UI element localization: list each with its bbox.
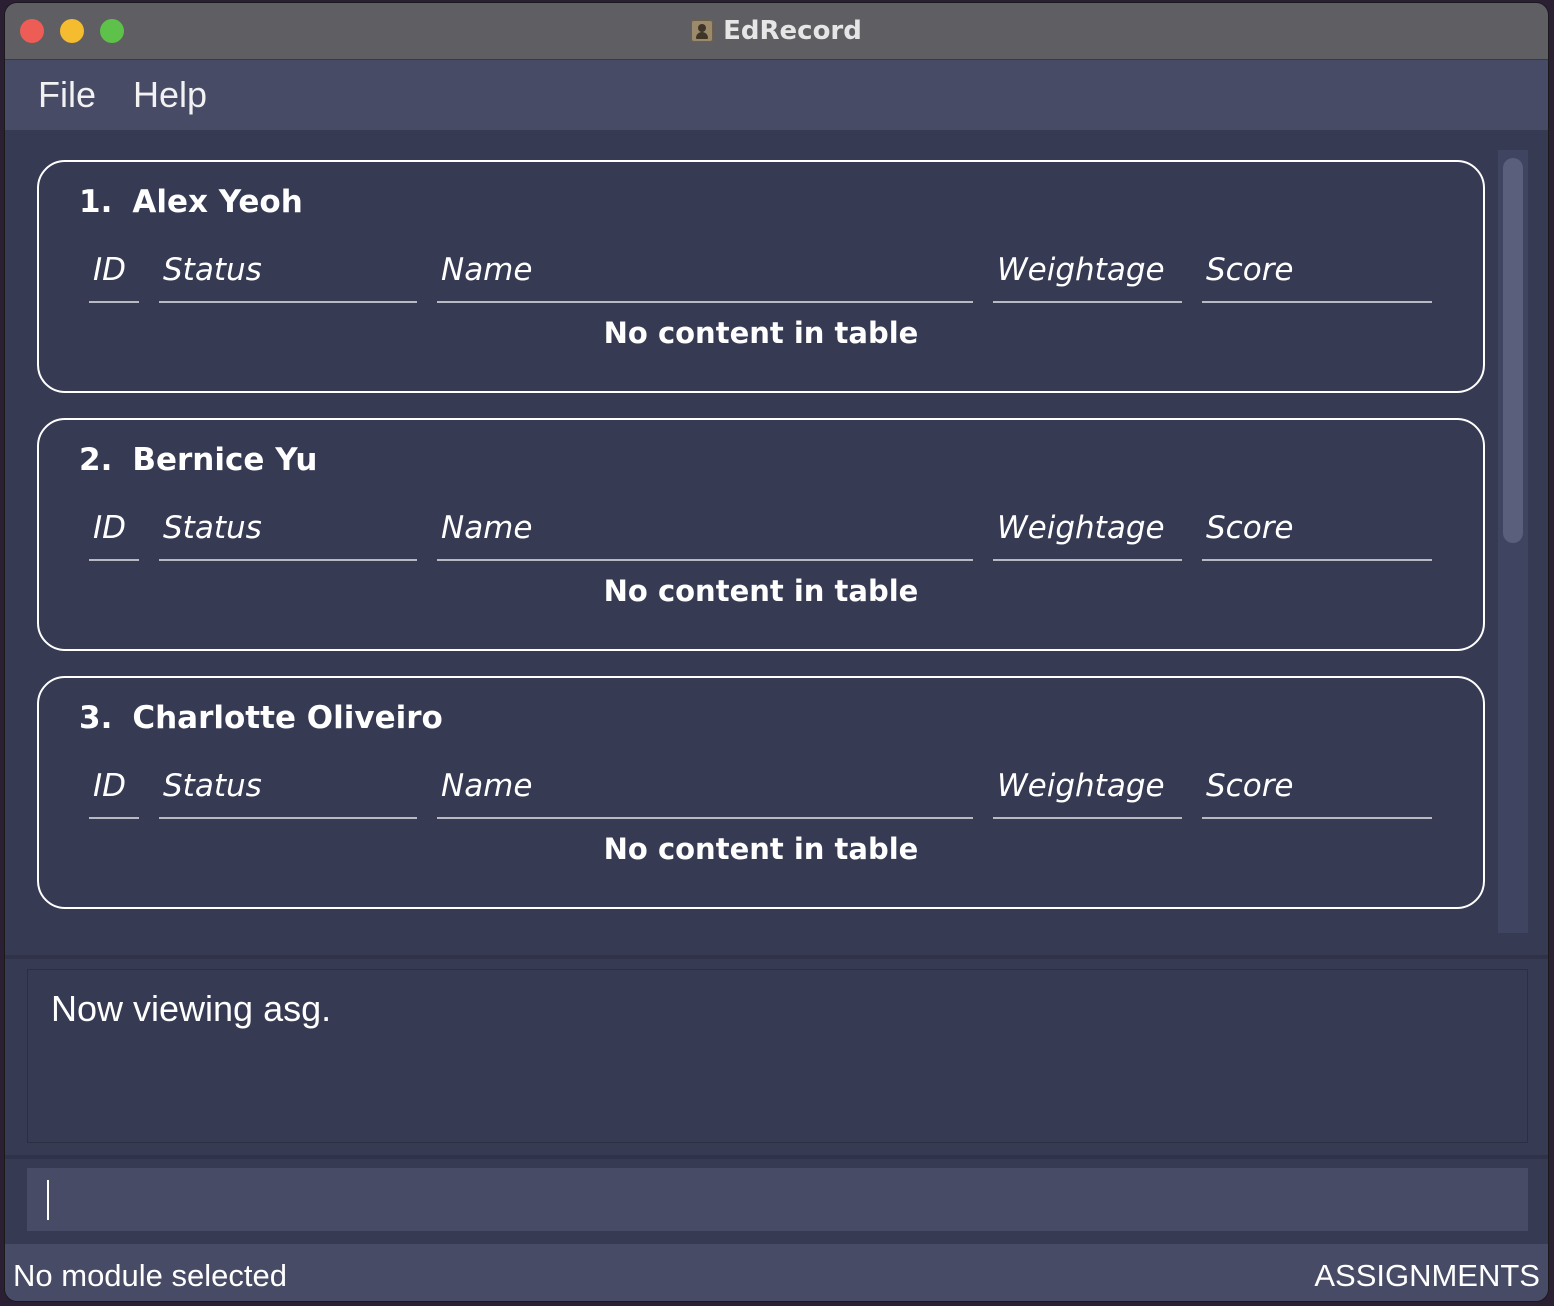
empty-table-message: No content in table	[603, 832, 919, 866]
window-title: EdRecord	[723, 16, 862, 46]
divider	[5, 1155, 1548, 1159]
student-name: Bernice Yu	[132, 442, 318, 478]
student-card[interactable]: 3. Charlotte Oliveiro ID Status Name Weig…	[37, 676, 1485, 909]
student-name: Charlotte Oliveiro	[132, 700, 443, 736]
command-input[interactable]	[27, 1168, 1528, 1231]
column-header-score[interactable]: Score	[1202, 506, 1432, 561]
column-header-weightage[interactable]: Weightage	[993, 248, 1182, 303]
column-header-weightage[interactable]: Weightage	[993, 764, 1182, 819]
result-display: Now viewing asg.	[27, 969, 1528, 1143]
module-status: No module selected	[13, 1258, 287, 1293]
column-header-weightage[interactable]: Weightage	[993, 506, 1182, 561]
column-header-score[interactable]: Score	[1202, 248, 1432, 303]
app-window: EdRecord File Help 1. Alex Yeoh ID Status…	[5, 3, 1548, 1301]
student-title: 1. Alex Yeoh	[79, 184, 303, 220]
student-index: 2.	[79, 442, 113, 478]
column-header-score[interactable]: Score	[1202, 764, 1432, 819]
menu-bar: File Help	[5, 60, 1548, 130]
column-header-name[interactable]: Name	[437, 248, 973, 303]
menu-file[interactable]: File	[38, 74, 96, 116]
column-header-name[interactable]: Name	[437, 506, 973, 561]
empty-table-message: No content in table	[603, 574, 919, 608]
status-bar: No module selected ASSIGNMENTS	[5, 1244, 1548, 1301]
student-card[interactable]: 1. Alex Yeoh ID Status Name Weightage Sco…	[37, 160, 1485, 393]
contact-book-icon	[691, 20, 714, 42]
title-bar: EdRecord	[5, 3, 1548, 60]
menu-help[interactable]: Help	[133, 74, 207, 116]
result-message: Now viewing asg.	[51, 988, 332, 1029]
student-index: 1.	[79, 184, 113, 220]
list-scrollbar-thumb[interactable]	[1503, 158, 1523, 543]
divider	[5, 955, 1548, 959]
student-list: 1. Alex Yeoh ID Status Name Weightage Sco…	[5, 130, 1548, 955]
student-index: 3.	[79, 700, 113, 736]
column-header-id[interactable]: ID	[89, 506, 139, 561]
student-name: Alex Yeoh	[132, 184, 303, 220]
text-caret	[47, 1180, 49, 1220]
column-header-status[interactable]: Status	[159, 764, 417, 819]
student-card[interactable]: 2. Bernice Yu ID Status Name Weightage Sc…	[37, 418, 1485, 651]
column-header-status[interactable]: Status	[159, 506, 417, 561]
column-header-id[interactable]: ID	[89, 764, 139, 819]
column-header-name[interactable]: Name	[437, 764, 973, 819]
column-header-status[interactable]: Status	[159, 248, 417, 303]
empty-table-message: No content in table	[603, 316, 919, 350]
column-header-id[interactable]: ID	[89, 248, 139, 303]
view-mode-status: ASSIGNMENTS	[1314, 1258, 1540, 1293]
student-title: 3. Charlotte Oliveiro	[79, 700, 443, 736]
student-title: 2. Bernice Yu	[79, 442, 317, 478]
